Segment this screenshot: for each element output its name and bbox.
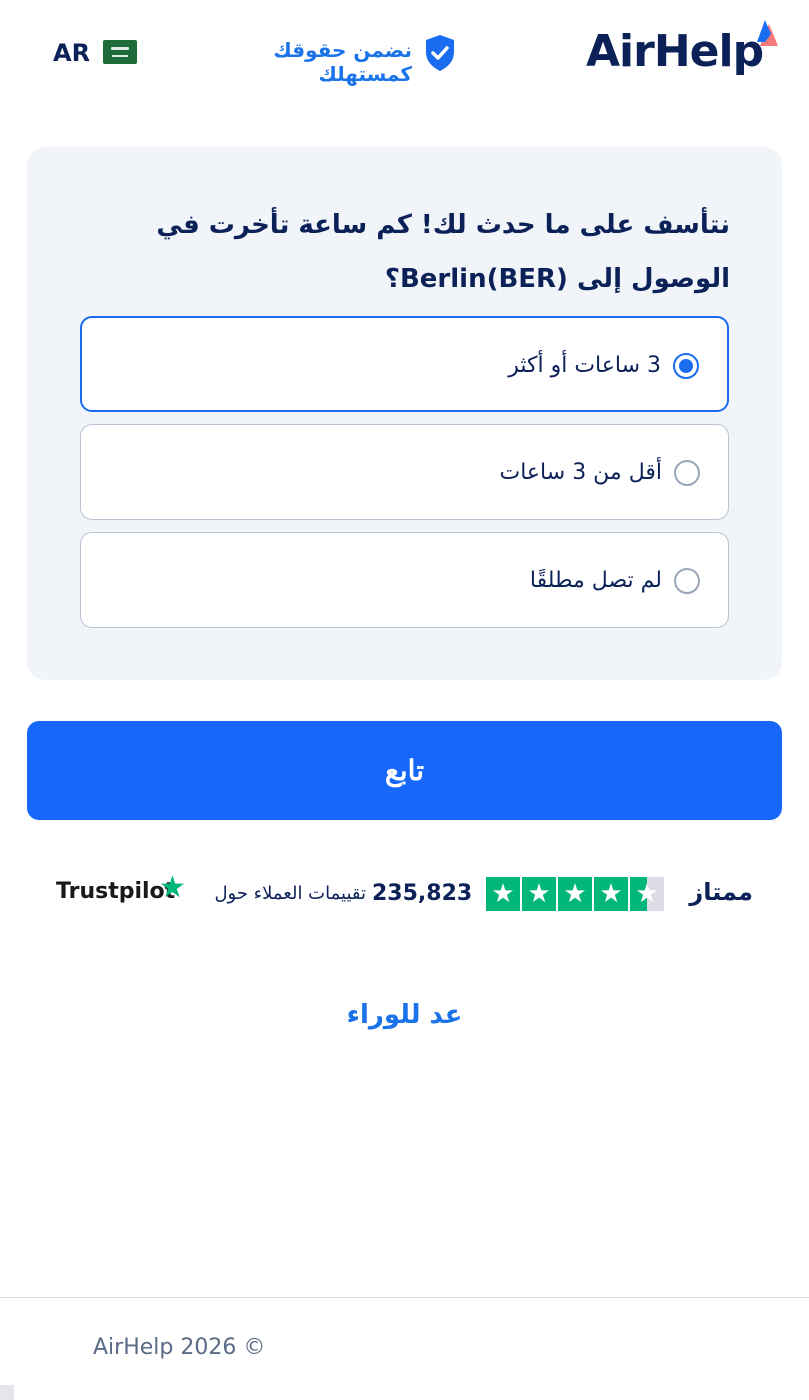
airhelp-logo[interactable]: AirHelp bbox=[586, 30, 764, 74]
radio-button[interactable] bbox=[674, 568, 700, 594]
shield-check-icon bbox=[426, 35, 454, 71]
corner-scrollbar-stub bbox=[0, 1385, 14, 1400]
continue-button[interactable]: تابع bbox=[27, 721, 782, 820]
trustpilot-rating-word: ممتاز bbox=[689, 878, 753, 906]
trustpilot-review-count: 235,823 bbox=[372, 881, 473, 906]
footer-divider bbox=[0, 1297, 809, 1298]
option-never-arrived[interactable]: لم تصل مطلقًا bbox=[80, 532, 729, 628]
half-star-icon: ★ bbox=[630, 877, 664, 911]
airhelp-logo-mark-icon bbox=[757, 20, 778, 46]
trustpilot-stars: ★ ★ ★ ★ ★ bbox=[486, 877, 668, 911]
header: AirHelp نضمن حقوقك كمستهلك AR bbox=[0, 0, 809, 110]
trustpilot-star-icon: ★ bbox=[159, 870, 186, 905]
star-icon: ★ bbox=[594, 877, 628, 911]
option-label: 3 ساعات أو أكثر bbox=[508, 353, 661, 378]
option-less-than-3-hours[interactable]: أقل من 3 ساعات bbox=[80, 424, 729, 520]
option-3-hours-or-more[interactable]: 3 ساعات أو أكثر bbox=[80, 316, 729, 412]
saudi-flag-icon[interactable] bbox=[103, 40, 137, 64]
star-icon: ★ bbox=[558, 877, 592, 911]
star-icon: ★ bbox=[486, 877, 520, 911]
delay-question: نتأسف على ما حدث لك! كم ساعة تأخرت في ال… bbox=[156, 210, 730, 294]
option-label: لم تصل مطلقًا bbox=[529, 568, 662, 593]
star-icon: ★ bbox=[522, 877, 556, 911]
back-link[interactable]: عد للوراء bbox=[300, 1000, 509, 1030]
option-label: أقل من 3 ساعات bbox=[499, 460, 662, 485]
consumer-rights-guarantee[interactable]: نضمن حقوقك كمستهلك bbox=[190, 38, 412, 86]
radio-button[interactable] bbox=[674, 460, 700, 486]
radio-button-selected[interactable] bbox=[673, 353, 699, 379]
trustpilot-brand[interactable]: Trustpilot bbox=[56, 879, 175, 904]
trustpilot-reviews-text: تقييمات العملاء حول bbox=[214, 883, 366, 904]
language-selector[interactable]: AR bbox=[53, 39, 90, 67]
footer-copyright: AirHelp 2026 © bbox=[93, 1335, 266, 1360]
